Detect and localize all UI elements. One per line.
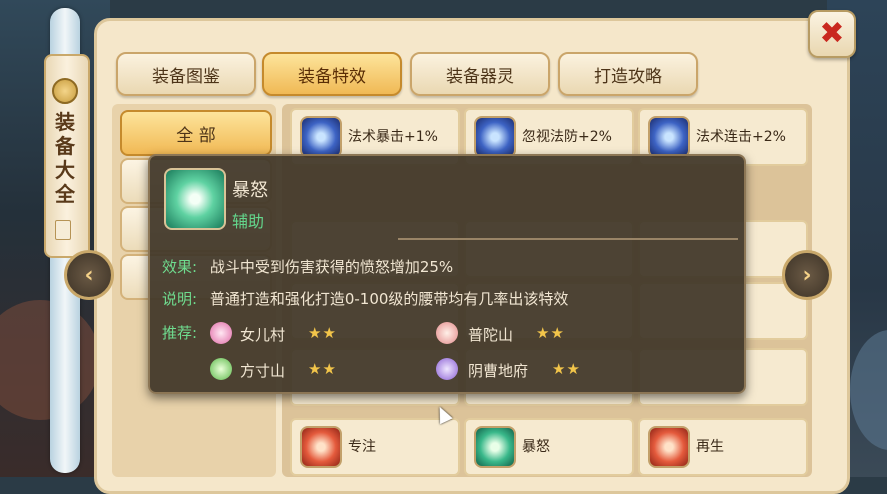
effect-cell[interactable]: 暴怒 [464,418,634,476]
sect-icon [210,322,232,344]
sect-icon [436,358,458,380]
effect-label: 法术暴击+1% [348,129,438,145]
effect-label: 忽视法防+2% [522,129,612,145]
blue-swirl-icon [300,116,342,158]
star-rating: ★★ [536,324,565,342]
sect-icon [436,322,458,344]
effect-label: 再生 [696,439,724,455]
sect-icon [210,358,232,380]
tooltip-title: 暴怒 [232,180,268,201]
next-page-button[interactable]: › [782,250,832,300]
divider [398,238,738,240]
desc-text: 普通打造和强化打造0-100级的腰带均有几率出该特效 [209,290,569,308]
effect-cell[interactable]: 再生 [638,418,808,476]
tab-equipment-effects[interactable]: 装备特效 [262,52,402,96]
star-rating: ★★ [308,324,337,342]
tooltip-recommend-key: 推荐: [162,322,197,343]
recommend-key: 推荐: [162,324,198,342]
close-icon: ✖ [819,16,845,51]
effect-label: 暴怒 [522,439,550,455]
tab-equipment-catalog[interactable]: 装备图鉴 [116,52,256,96]
effect-key: 效果: [162,258,198,276]
star-rating: ★★ [552,360,581,378]
effect-cell[interactable]: 专注 [290,418,460,476]
side-scroll: 装备大全 [36,8,94,473]
close-button[interactable]: ✖ [808,10,856,58]
seal-icon [55,220,71,240]
green-swirl-icon [474,426,516,468]
tooltip-desc-row: 说明: 普通打造和强化打造0-100级的腰带均有几率出该特效 [162,288,568,309]
tooltip-effect-row: 效果: 战斗中受到伤害获得的愤怒增加25% [162,256,453,277]
effect-text: 战斗中受到伤害获得的愤怒增加25% [209,258,454,276]
recommend-sect-name: 阴曹地府 [468,362,529,380]
effect-label: 专注 [348,439,376,455]
green-swirl-icon [164,168,226,230]
recommend-sect-name: 普陀山 [468,326,514,344]
tab-equipment-spirits[interactable]: 装备器灵 [410,52,550,96]
scroll-title: 装备大全 [55,110,75,206]
red-lotus-icon [648,426,690,468]
chevron-right-icon: › [802,262,812,288]
scroll-knob-icon [52,78,78,104]
recommend-sect-name: 方寸山 [240,362,286,380]
recommend-sect-name: 女儿村 [240,326,286,344]
star-rating: ★★ [308,360,337,378]
prev-page-button[interactable]: ‹ [64,250,114,300]
red-lotus-icon [300,426,342,468]
desc-key: 说明: [162,290,198,308]
blue-swirl-icon [648,116,690,158]
category-all[interactable]: 全 部 [120,110,272,156]
chevron-left-icon: ‹ [84,262,94,288]
blue-swirl-icon [474,116,516,158]
tab-crafting-guide[interactable]: 打造攻略 [558,52,698,96]
effect-label: 法术连击+2% [696,129,786,145]
tooltip-type: 辅助 [232,212,265,231]
